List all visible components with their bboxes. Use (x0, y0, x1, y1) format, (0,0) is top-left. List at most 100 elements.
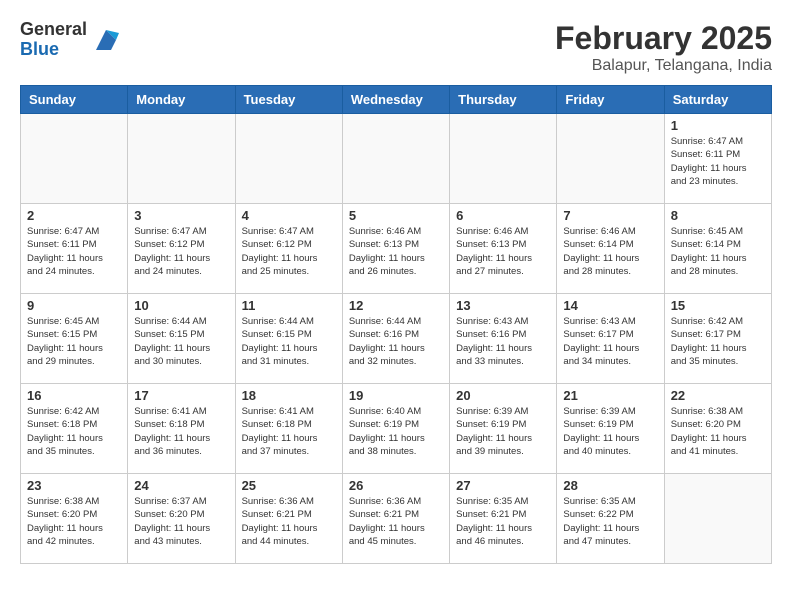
day-info: Sunrise: 6:47 AM Sunset: 6:11 PM Dayligh… (671, 135, 765, 188)
calendar-cell: 7Sunrise: 6:46 AM Sunset: 6:14 PM Daylig… (557, 204, 664, 294)
calendar-cell: 28Sunrise: 6:35 AM Sunset: 6:22 PM Dayli… (557, 474, 664, 564)
weekday-header-sunday: Sunday (21, 86, 128, 114)
day-number: 27 (456, 478, 550, 493)
day-info: Sunrise: 6:38 AM Sunset: 6:20 PM Dayligh… (27, 495, 121, 548)
day-info: Sunrise: 6:46 AM Sunset: 6:13 PM Dayligh… (349, 225, 443, 278)
calendar-cell: 6Sunrise: 6:46 AM Sunset: 6:13 PM Daylig… (450, 204, 557, 294)
logo-general: General (20, 20, 87, 40)
day-info: Sunrise: 6:47 AM Sunset: 6:12 PM Dayligh… (134, 225, 228, 278)
day-info: Sunrise: 6:39 AM Sunset: 6:19 PM Dayligh… (456, 405, 550, 458)
day-number: 6 (456, 208, 550, 223)
day-info: Sunrise: 6:41 AM Sunset: 6:18 PM Dayligh… (134, 405, 228, 458)
calendar-week-2: 2 Sunrise: 6:47 AM Sunset: 6:11 PM Daylig… (21, 204, 772, 294)
calendar: SundayMondayTuesdayWednesdayThursdayFrid… (20, 85, 772, 564)
weekday-header-thursday: Thursday (450, 86, 557, 114)
day-info: Sunrise: 6:37 AM Sunset: 6:20 PM Dayligh… (134, 495, 228, 548)
calendar-cell: 4 Sunrise: 6:47 AM Sunset: 6:12 PM Daylig… (235, 204, 342, 294)
calendar-cell (128, 114, 235, 204)
day-info: Sunrise: 6:40 AM Sunset: 6:19 PM Dayligh… (349, 405, 443, 458)
weekday-header-friday: Friday (557, 86, 664, 114)
location-title: Balapur, Telangana, India (555, 57, 772, 75)
day-info: Sunrise: 6:43 AM Sunset: 6:17 PM Dayligh… (563, 315, 657, 368)
day-number: 12 (349, 298, 443, 313)
calendar-cell: 21Sunrise: 6:39 AM Sunset: 6:19 PM Dayli… (557, 384, 664, 474)
calendar-cell: 9 Sunrise: 6:45 AM Sunset: 6:15 PM Daylig… (21, 294, 128, 384)
calendar-cell: 14Sunrise: 6:43 AM Sunset: 6:17 PM Dayli… (557, 294, 664, 384)
logo-icon (91, 25, 121, 55)
day-number: 1 (671, 118, 765, 133)
day-number: 8 (671, 208, 765, 223)
calendar-cell: 19 Sunrise: 6:40 AM Sunset: 6:19 PM Dayli… (342, 384, 449, 474)
calendar-cell: 12 Sunrise: 6:44 AM Sunset: 6:16 PM Dayli… (342, 294, 449, 384)
calendar-cell: 10 Sunrise: 6:44 AM Sunset: 6:15 PM Dayli… (128, 294, 235, 384)
logo-blue: Blue (20, 40, 87, 60)
calendar-cell: 22 Sunrise: 6:38 AM Sunset: 6:20 PM Dayli… (664, 384, 771, 474)
day-info: Sunrise: 6:43 AM Sunset: 6:16 PM Dayligh… (456, 315, 550, 368)
day-info: Sunrise: 6:44 AM Sunset: 6:16 PM Dayligh… (349, 315, 443, 368)
day-info: Sunrise: 6:41 AM Sunset: 6:18 PM Dayligh… (242, 405, 336, 458)
day-number: 10 (134, 298, 228, 313)
calendar-cell: 5 Sunrise: 6:46 AM Sunset: 6:13 PM Daylig… (342, 204, 449, 294)
day-number: 11 (242, 298, 336, 313)
day-number: 13 (456, 298, 550, 313)
weekday-header-row: SundayMondayTuesdayWednesdayThursdayFrid… (21, 86, 772, 114)
calendar-week-3: 9 Sunrise: 6:45 AM Sunset: 6:15 PM Daylig… (21, 294, 772, 384)
calendar-cell (557, 114, 664, 204)
calendar-week-4: 16 Sunrise: 6:42 AM Sunset: 6:18 PM Dayli… (21, 384, 772, 474)
day-info: Sunrise: 6:35 AM Sunset: 6:22 PM Dayligh… (563, 495, 657, 548)
calendar-cell: 1 Sunrise: 6:47 AM Sunset: 6:11 PM Daylig… (664, 114, 771, 204)
day-number: 19 (349, 388, 443, 403)
calendar-cell: 11 Sunrise: 6:44 AM Sunset: 6:15 PM Dayli… (235, 294, 342, 384)
day-info: Sunrise: 6:44 AM Sunset: 6:15 PM Dayligh… (242, 315, 336, 368)
day-number: 15 (671, 298, 765, 313)
day-number: 25 (242, 478, 336, 493)
day-number: 21 (563, 388, 657, 403)
day-info: Sunrise: 6:42 AM Sunset: 6:18 PM Dayligh… (27, 405, 121, 458)
day-info: Sunrise: 6:45 AM Sunset: 6:15 PM Dayligh… (27, 315, 121, 368)
weekday-header-wednesday: Wednesday (342, 86, 449, 114)
day-number: 22 (671, 388, 765, 403)
calendar-cell (664, 474, 771, 564)
day-number: 24 (134, 478, 228, 493)
calendar-cell (342, 114, 449, 204)
calendar-cell: 23 Sunrise: 6:38 AM Sunset: 6:20 PM Dayli… (21, 474, 128, 564)
day-number: 5 (349, 208, 443, 223)
day-info: Sunrise: 6:38 AM Sunset: 6:20 PM Dayligh… (671, 405, 765, 458)
calendar-cell: 15 Sunrise: 6:42 AM Sunset: 6:17 PM Dayli… (664, 294, 771, 384)
day-number: 3 (134, 208, 228, 223)
day-number: 18 (242, 388, 336, 403)
calendar-cell (450, 114, 557, 204)
calendar-cell: 25Sunrise: 6:36 AM Sunset: 6:21 PM Dayli… (235, 474, 342, 564)
title-area: February 2025 Balapur, Telangana, India (555, 20, 772, 75)
day-info: Sunrise: 6:36 AM Sunset: 6:21 PM Dayligh… (349, 495, 443, 548)
header: General Blue February 2025 Balapur, Tela… (20, 20, 772, 75)
calendar-cell: 3 Sunrise: 6:47 AM Sunset: 6:12 PM Daylig… (128, 204, 235, 294)
logo: General Blue (20, 20, 121, 60)
calendar-cell: 16 Sunrise: 6:42 AM Sunset: 6:18 PM Dayli… (21, 384, 128, 474)
day-number: 9 (27, 298, 121, 313)
weekday-header-monday: Monday (128, 86, 235, 114)
day-number: 16 (27, 388, 121, 403)
day-number: 2 (27, 208, 121, 223)
calendar-cell: 13 Sunrise: 6:43 AM Sunset: 6:16 PM Dayli… (450, 294, 557, 384)
calendar-cell: 2 Sunrise: 6:47 AM Sunset: 6:11 PM Daylig… (21, 204, 128, 294)
calendar-cell (21, 114, 128, 204)
weekday-header-tuesday: Tuesday (235, 86, 342, 114)
month-title: February 2025 (555, 20, 772, 57)
day-number: 4 (242, 208, 336, 223)
day-number: 20 (456, 388, 550, 403)
day-info: Sunrise: 6:44 AM Sunset: 6:15 PM Dayligh… (134, 315, 228, 368)
day-info: Sunrise: 6:45 AM Sunset: 6:14 PM Dayligh… (671, 225, 765, 278)
day-info: Sunrise: 6:35 AM Sunset: 6:21 PM Dayligh… (456, 495, 550, 548)
day-info: Sunrise: 6:42 AM Sunset: 6:17 PM Dayligh… (671, 315, 765, 368)
weekday-header-saturday: Saturday (664, 86, 771, 114)
day-number: 23 (27, 478, 121, 493)
day-info: Sunrise: 6:47 AM Sunset: 6:11 PM Dayligh… (27, 225, 121, 278)
day-info: Sunrise: 6:47 AM Sunset: 6:12 PM Dayligh… (242, 225, 336, 278)
calendar-cell: 20 Sunrise: 6:39 AM Sunset: 6:19 PM Dayli… (450, 384, 557, 474)
calendar-cell: 24 Sunrise: 6:37 AM Sunset: 6:20 PM Dayli… (128, 474, 235, 564)
calendar-cell: 8 Sunrise: 6:45 AM Sunset: 6:14 PM Daylig… (664, 204, 771, 294)
calendar-cell: 17Sunrise: 6:41 AM Sunset: 6:18 PM Dayli… (128, 384, 235, 474)
day-number: 26 (349, 478, 443, 493)
day-number: 7 (563, 208, 657, 223)
